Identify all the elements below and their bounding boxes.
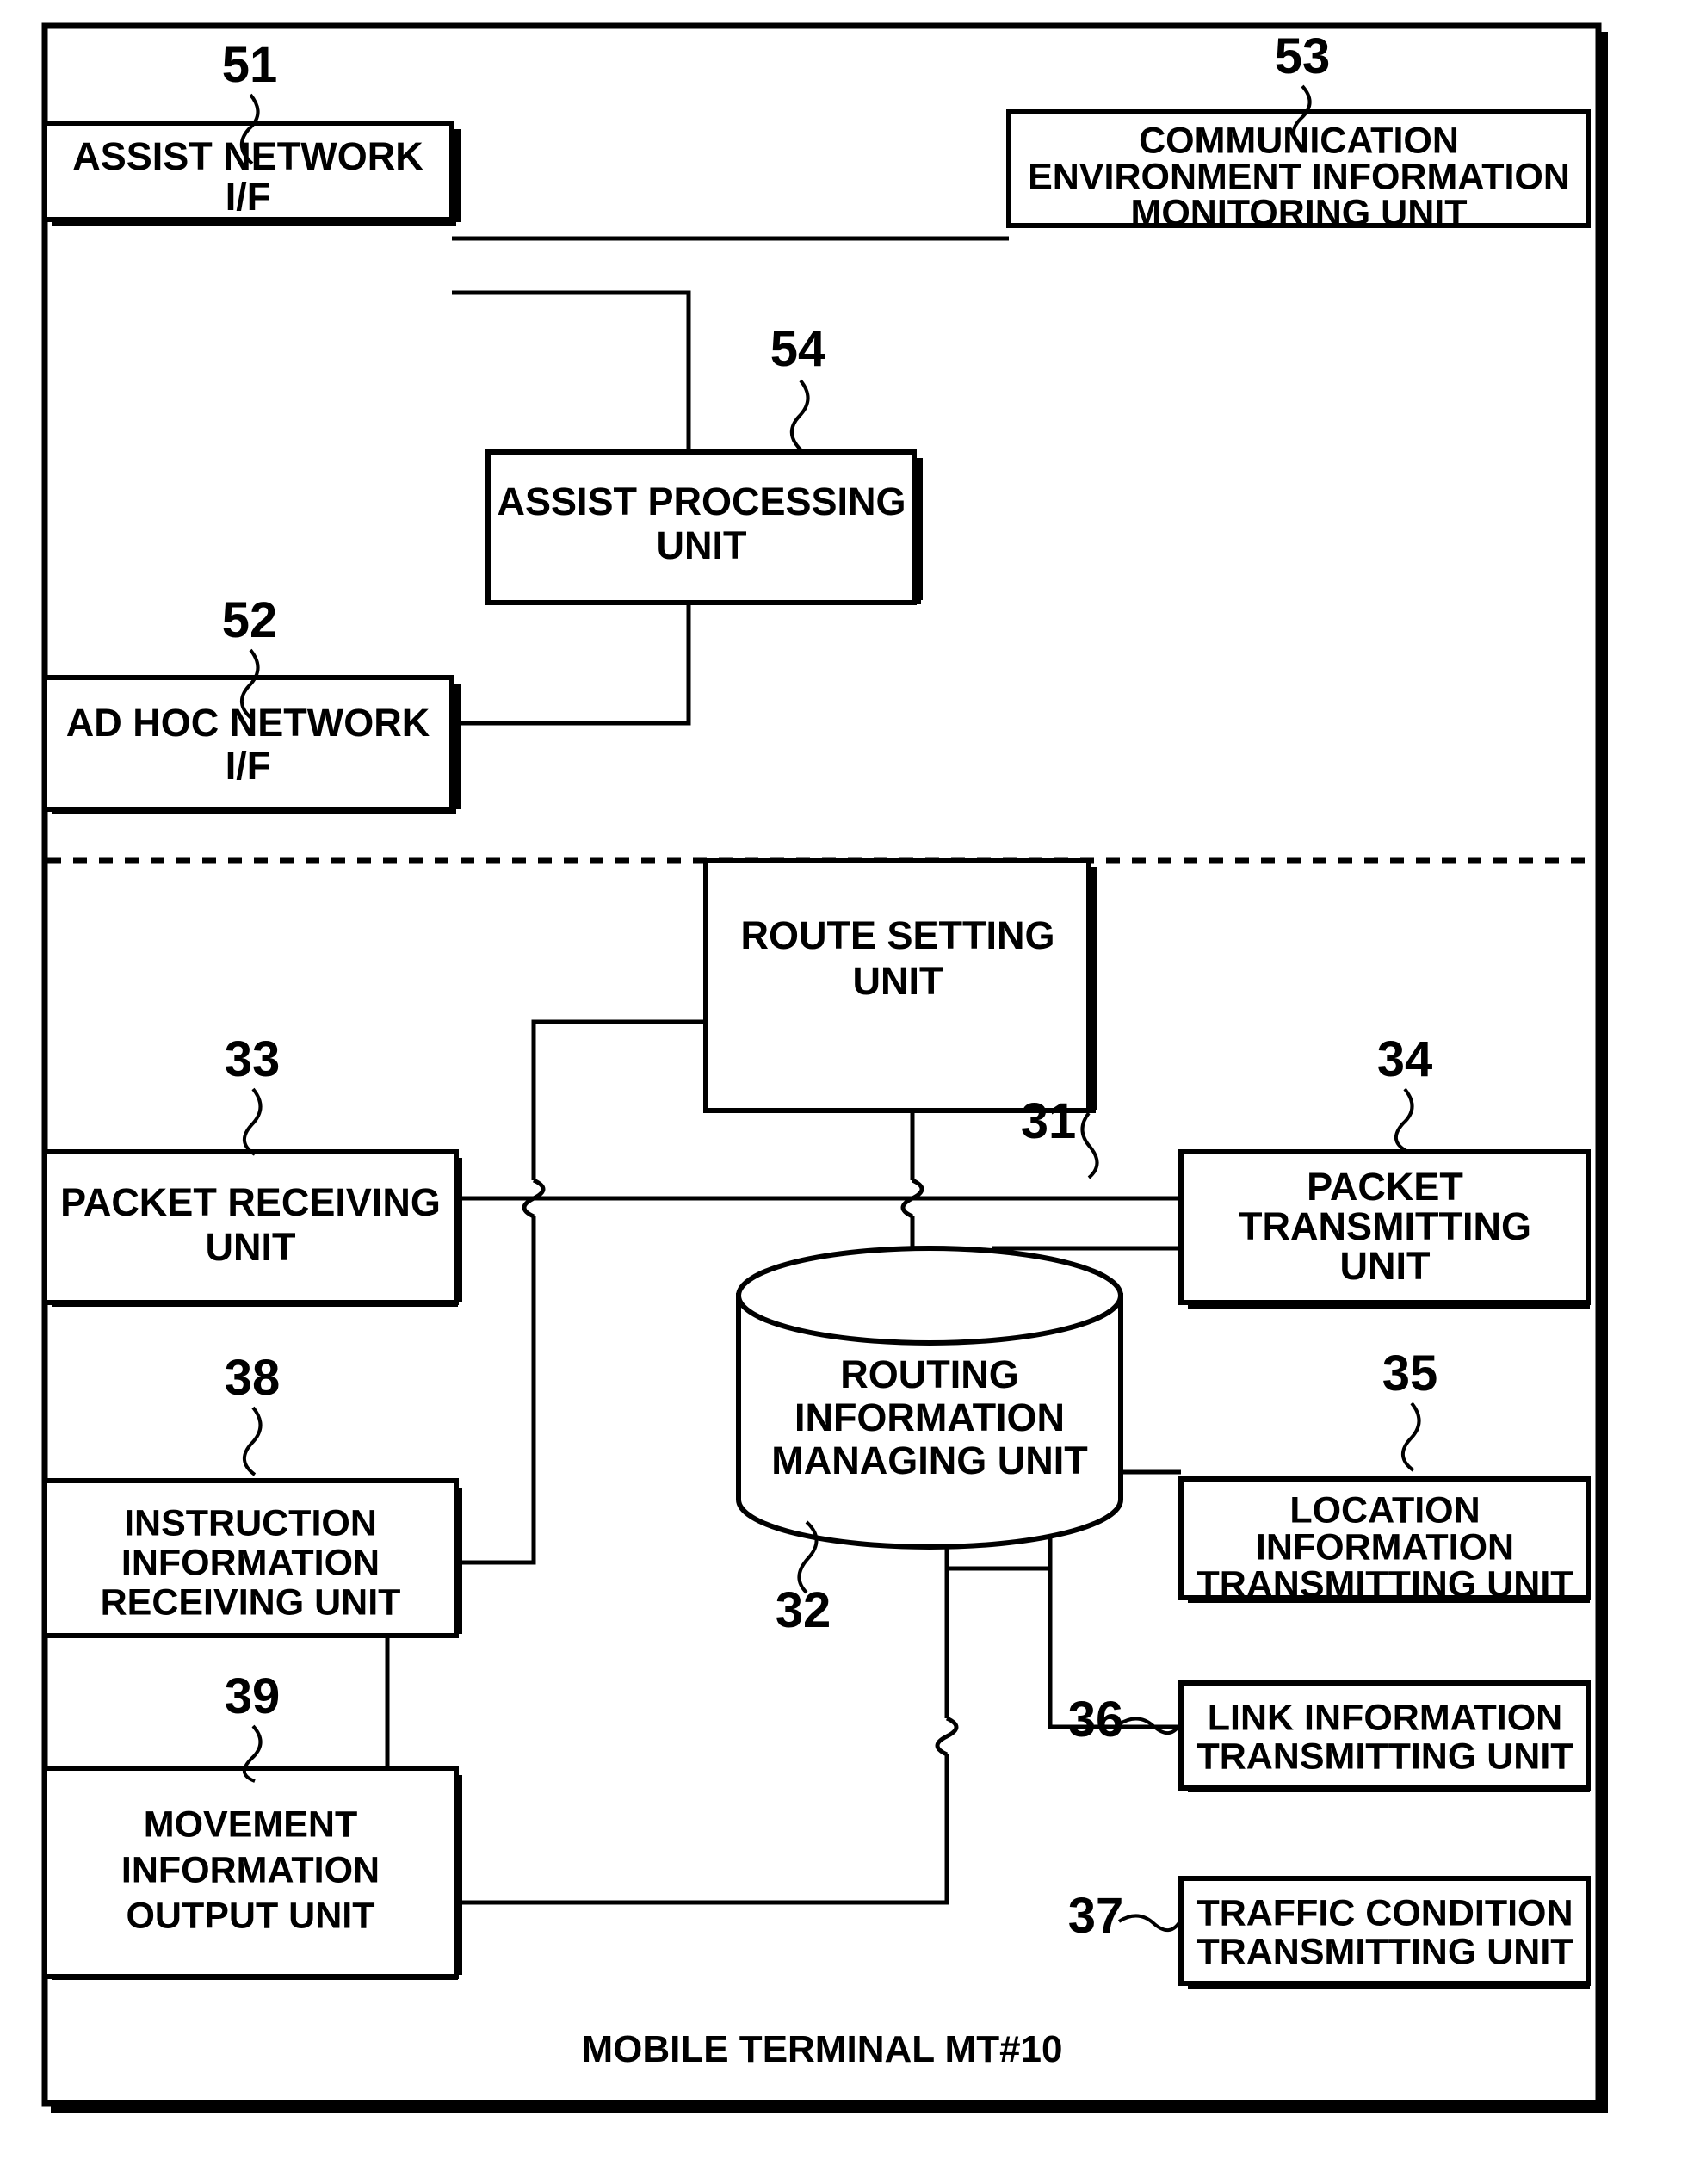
ref-number-34: 34 [1377,1031,1433,1087]
block-comm-env-monitoring-unit[interactable]: COMMUNICATION ENVIRONMENT INFORMATION MO… [1006,109,1591,233]
block-52-line2: I/F [226,744,271,788]
block-32-line2: INFORMATION [794,1395,1065,1439]
outer-frame-shadow-bottom [51,2103,1604,2113]
ref-number-52: 52 [222,592,278,648]
ref-number-51: 51 [222,37,278,93]
block-39-line1: MOVEMENT [144,1804,357,1845]
block-assist-network-if[interactable]: ASSIST NETWORK I/F [42,121,461,226]
block-routing-information-managing-unit[interactable]: ROUTING INFORMATION MANAGING UNIT [736,1246,1123,1550]
block-34-line2: TRANSMITTING [1239,1204,1531,1248]
block-37-line1: TRAFFIC CONDITION [1196,1892,1573,1933]
block-53-line1: COMMUNICATION [1139,120,1459,161]
ref-leader-37 [1117,1914,1183,1932]
diagram-svg: ASSIST NETWORK I/F 51 COMMUNICATION ENVI… [41,22,1608,2113]
block-route-setting-unit[interactable]: ROUTE SETTING UNIT [703,858,1097,1113]
wire-32-to-39 [459,1754,949,1905]
block-51-line2: I/F [226,175,271,219]
block-packet-receiving-unit[interactable]: PACKET RECEIVING UNIT [42,1149,462,1307]
block-34-line3: UNIT [1340,1244,1431,1288]
block-53-line3: MONITORING UNIT [1131,192,1468,233]
ref-leader-35 [1401,1401,1421,1472]
ref-number-37: 37 [1068,1888,1124,1944]
ref-number-53: 53 [1275,28,1331,84]
ref-leader-54 [790,379,810,453]
block-53-line2: ENVIRONMENT INFORMATION [1028,156,1570,197]
block-37-line2: TRANSMITTING UNIT [1196,1931,1573,1972]
block-32-line1: ROUTING [840,1352,1019,1396]
block-33-line2: UNIT [206,1225,296,1269]
wire-51-to-54 [452,290,691,452]
block-33-line1: PACKET RECEIVING [60,1180,441,1224]
block-32-line3: MANAGING UNIT [771,1438,1087,1482]
block-packet-transmitting-unit[interactable]: PACKET TRANSMITTING UNIT [1178,1149,1591,1309]
ref-leader-38 [243,1406,263,1476]
ref-callout-36: 36 [1068,1692,1183,1748]
block-35-line3: TRANSMITTING UNIT [1196,1563,1573,1605]
ref-number-38: 38 [225,1350,281,1406]
ref-number-35: 35 [1382,1346,1438,1401]
ref-callout-54: 54 [770,321,826,453]
block-location-info-transmitting-unit[interactable]: LOCATION INFORMATION TRANSMITTING UNIT [1178,1476,1591,1605]
block-39-line3: OUTPUT UNIT [126,1895,374,1936]
block-38-line1: INSTRUCTION [124,1502,377,1544]
outer-frame-shadow-right [1598,32,1608,2113]
ref-callout-37: 37 [1068,1888,1183,1944]
ref-leader-33 [243,1087,263,1156]
figure-caption: MOBILE TERMINAL MT#10 [581,2028,1062,2070]
ref-callout-33: 33 [225,1031,281,1156]
block-36-line1: LINK INFORMATION [1208,1697,1562,1738]
ref-number-33: 33 [225,1031,281,1087]
ref-number-54: 54 [770,321,826,377]
patent-figure-canvas: ASSIST NETWORK I/F 51 COMMUNICATION ENVI… [0,0,1700,2184]
block-35-line2: INFORMATION [1256,1526,1514,1568]
cylinder-top-32 [736,1246,1123,1346]
block-54-line1: ASSIST PROCESSING [497,479,906,523]
wire-31-left-down-upper [531,1019,706,1180]
block-movement-info-output-unit[interactable]: MOVEMENT INFORMATION OUTPUT UNIT [42,1766,462,1980]
wire-52-to-54 [452,603,691,726]
block-link-info-transmitting-unit[interactable]: LINK INFORMATION TRANSMITTING UNIT [1178,1680,1591,1792]
ref-callout-39: 39 [225,1668,281,1783]
ref-callout-35: 35 [1382,1346,1438,1472]
block-52-line1: AD HOC NETWORK [66,701,430,745]
ref-callout-34: 34 [1377,1031,1433,1153]
block-31-line2: UNIT [853,959,943,1003]
block-35-line1: LOCATION [1289,1489,1480,1531]
wire-jump-lower [935,1716,959,1757]
block-traffic-condition-transmitting-unit[interactable]: TRAFFIC CONDITION TRANSMITTING UNIT [1178,1876,1591,1989]
wire-31-left-down-lower [459,1216,536,1565]
block-assist-processing-unit[interactable]: ASSIST PROCESSING UNIT [485,449,923,605]
block-39-line2: INFORMATION [121,1849,380,1890]
block-34-line1: PACKET [1307,1165,1463,1209]
block-54-line2: UNIT [657,523,747,567]
ref-number-39: 39 [225,1668,281,1724]
block-31-line1: ROUTE SETTING [740,913,1054,957]
ref-number-31: 31 [1021,1093,1077,1149]
ref-callout-38: 38 [225,1350,281,1476]
block-51-line1: ASSIST NETWORK [72,134,423,178]
block-36-line2: TRANSMITTING UNIT [1196,1735,1573,1777]
block-instruction-info-receiving-unit[interactable]: INSTRUCTION INFORMATION RECEIVING UNIT [42,1478,462,1638]
ref-leader-34 [1394,1087,1414,1153]
block-ad-hoc-network-if[interactable]: AD HOC NETWORK I/F [42,675,461,814]
block-38-line3: RECEIVING UNIT [101,1581,401,1623]
ref-leader-31 [1080,1111,1099,1179]
block-38-line2: INFORMATION [121,1542,380,1583]
ref-number-36: 36 [1068,1692,1124,1748]
